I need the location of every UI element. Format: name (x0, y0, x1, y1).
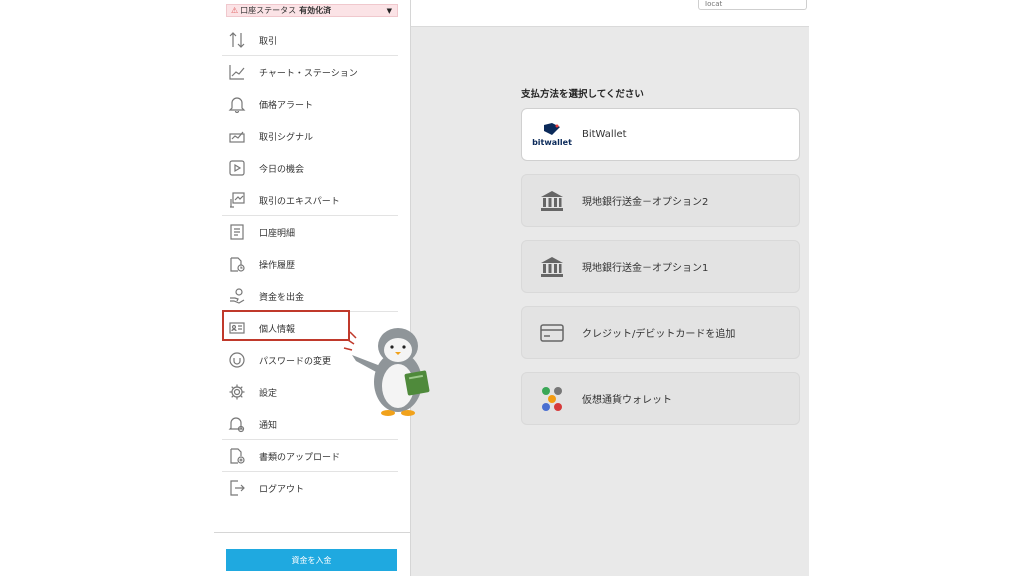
sidebar-item-chart-station[interactable]: チャート・ステーション (214, 56, 410, 88)
payment-option-crypto-wallet[interactable]: 仮想通貨ウォレット (521, 372, 800, 425)
account-status-dropdown[interactable]: ⚠ 口座ステータス 有効化済 ▼ (226, 4, 398, 17)
sidebar-item-label: 価格アラート (259, 100, 314, 111)
warning-icon: ⚠ (231, 6, 239, 15)
sidebar-item-label: 今日の機会 (259, 164, 305, 175)
payment-option-label: クレジット/デビットカードを追加 (582, 329, 736, 340)
sidebar-item-todays-opportunity[interactable]: 今日の機会 (214, 152, 410, 184)
penguin-mascot-illustration (343, 328, 430, 416)
sidebar-item-label: ログアウト (259, 484, 305, 495)
password-icon (227, 350, 247, 370)
bitwallet-logo: bitwallet (522, 108, 582, 161)
sidebar-item-label: 書類のアップロード (259, 452, 341, 463)
sidebar-item-label: 資金を出金 (259, 292, 305, 303)
sidebar-item-label: 取引 (259, 36, 278, 47)
caret-down-icon: ▼ (386, 6, 392, 15)
history-icon (227, 254, 247, 274)
sidebar-item-label: 通知 (259, 420, 278, 431)
sidebar-item-label: チャート・ステーション (259, 68, 358, 79)
account-status-value: 有効化済 (299, 6, 332, 15)
bank-icon (522, 240, 582, 293)
main-top-bar (411, 0, 809, 27)
deposit-funds-button[interactable]: 資金を入金 (226, 549, 397, 571)
upload-icon (227, 446, 247, 466)
sidebar-item-trade[interactable]: 取引 (214, 24, 410, 56)
sidebar-item-price-alert[interactable]: 価格アラート (214, 88, 410, 120)
sidebar-item-account-statement[interactable]: 口座明細 (214, 216, 410, 248)
logout-icon (227, 478, 247, 498)
withdraw-icon (227, 286, 247, 306)
payment-option-local-bank-2[interactable]: 現地銀行送金－オプション2 (521, 174, 800, 227)
play-icon (227, 158, 247, 178)
bitwallet-logo-text: bitwallet (532, 138, 572, 147)
arrows-up-down-icon (227, 30, 247, 50)
sidebar-item-label: 操作履歴 (259, 260, 296, 271)
id-card-icon (227, 318, 247, 338)
sidebar: ⚠ 口座ステータス 有効化済 ▼ 取引 チャート・ステーション 価格アラート 取… (214, 0, 411, 576)
payment-option-credit-card[interactable]: クレジット/デビットカードを追加 (521, 306, 800, 359)
payment-option-label: BitWallet (582, 129, 627, 140)
payment-option-label: 仮想通貨ウォレット (582, 395, 672, 406)
sidebar-item-document-upload[interactable]: 書類のアップロード (214, 440, 410, 472)
crypto-icon (522, 372, 582, 425)
payment-option-bitwallet[interactable]: bitwallet BitWallet (521, 108, 800, 161)
payment-option-label: 現地銀行送金－オプション1 (582, 263, 709, 274)
line-chart-icon (227, 62, 247, 82)
sidebar-menu: 取引 チャート・ステーション 価格アラート 取引シグナル 今日の機会 取引のエキ… (214, 24, 410, 504)
sidebar-item-operation-history[interactable]: 操作履歴 (214, 248, 410, 280)
expert-icon (227, 190, 247, 210)
signal-icon (227, 126, 247, 146)
sidebar-item-label: 設定 (259, 388, 278, 399)
main-panel: 支払方法を選択してください bitwallet BitWallet 現地銀行送金… (411, 0, 809, 576)
top-search-input[interactable] (698, 0, 807, 10)
sidebar-item-label: パスワードの変更 (259, 356, 332, 367)
sidebar-item-label: 口座明細 (259, 228, 296, 239)
sidebar-item-trade-expert[interactable]: 取引のエキスパート (214, 184, 410, 216)
bell-icon (227, 94, 247, 114)
notification-icon (227, 414, 247, 434)
bank-icon (522, 174, 582, 227)
sidebar-item-withdraw[interactable]: 資金を出金 (214, 280, 410, 312)
statement-icon (227, 222, 247, 242)
account-status-label: 口座ステータス (240, 6, 297, 15)
credit-card-icon (522, 306, 582, 359)
payment-option-label: 現地銀行送金－オプション2 (582, 197, 709, 208)
sidebar-divider (214, 532, 410, 533)
sidebar-item-label: 取引のエキスパート (259, 196, 340, 207)
page-title: 支払方法を選択してください (521, 89, 644, 100)
sidebar-item-logout[interactable]: ログアウト (214, 472, 410, 504)
sidebar-item-trade-signal[interactable]: 取引シグナル (214, 120, 410, 152)
gear-icon (227, 382, 247, 402)
sidebar-item-label: 取引シグナル (259, 132, 314, 143)
sidebar-item-label: 個人情報 (259, 324, 296, 335)
payment-option-local-bank-1[interactable]: 現地銀行送金－オプション1 (521, 240, 800, 293)
